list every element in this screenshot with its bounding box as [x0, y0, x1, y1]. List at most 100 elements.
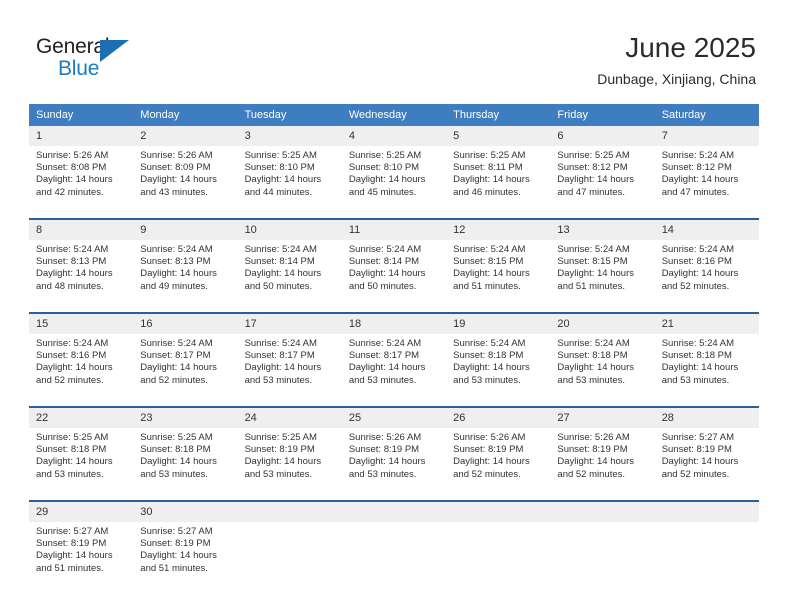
day-number: 27 — [550, 408, 655, 428]
calendar-week-row: 8 Sunrise: 5:24 AM Sunset: 8:13 PM Dayli… — [29, 218, 759, 313]
daylight-text-line1: Daylight: 14 hours — [140, 362, 217, 374]
day-cell-empty — [237, 500, 342, 594]
sunset-text: Sunset: 8:19 PM — [453, 444, 524, 456]
daylight-text-line2: and 50 minutes. — [348, 280, 417, 292]
sunrise-text: Sunrise: 5:27 AM — [661, 432, 735, 443]
day-cell[interactable]: 17 Sunrise: 5:24 AM Sunset: 8:17 PM Dayl… — [237, 312, 342, 407]
sunset-text: Sunset: 8:09 PM — [140, 162, 211, 174]
day-cell-empty — [446, 500, 551, 594]
day-cell[interactable]: 12 Sunrise: 5:24 AM Sunset: 8:15 PM Dayl… — [446, 218, 551, 313]
sunrise-text: Sunrise: 5:25 AM — [244, 150, 317, 161]
day-cell[interactable]: 18 Sunrise: 5:24 AM Sunset: 8:17 PM Dayl… — [341, 312, 447, 407]
day-cell[interactable]: 4 Sunrise: 5:25 AM Sunset: 8:10 PM Dayli… — [341, 126, 447, 219]
day-number: 23 — [133, 408, 238, 428]
day-number: 17 — [237, 314, 342, 334]
day-cell[interactable]: 25 Sunrise: 5:26 AM Sunset: 8:19 PM Dayl… — [341, 406, 447, 501]
brand-logo[interactable]: General Blue — [36, 34, 156, 86]
day-cell[interactable]: 13 Sunrise: 5:24 AM Sunset: 8:15 PM Dayl… — [550, 218, 655, 313]
daylight-text-line2: and 53 minutes. — [453, 374, 521, 386]
daylight-text-line2: and 52 minutes. — [36, 374, 104, 386]
day-number: 9 — [133, 220, 238, 240]
weekday-header-saturday: Saturday — [654, 104, 759, 126]
daylight-text-line1: Daylight: 14 hours — [453, 362, 530, 374]
day-cell[interactable]: 6 Sunrise: 5:25 AM Sunset: 8:12 PM Dayli… — [550, 126, 655, 219]
day-cell[interactable]: 9 Sunrise: 5:24 AM Sunset: 8:13 PM Dayli… — [133, 218, 238, 313]
daylight-text-line2: and 53 minutes. — [244, 468, 313, 480]
weekday-header-friday: Friday — [550, 104, 655, 126]
day-details: Sunrise: 5:24 AM Sunset: 8:16 PM Dayligh… — [655, 240, 759, 312]
day-cell[interactable]: 5 Sunrise: 5:25 AM Sunset: 8:11 PM Dayli… — [446, 126, 551, 219]
daylight-text-line1: Daylight: 14 hours — [453, 174, 530, 186]
day-cell[interactable]: 8 Sunrise: 5:24 AM Sunset: 8:13 PM Dayli… — [29, 218, 134, 313]
day-number: 30 — [133, 502, 238, 522]
daylight-text-line1: Daylight: 14 hours — [661, 174, 739, 186]
day-cell[interactable]: 10 Sunrise: 5:24 AM Sunset: 8:14 PM Dayl… — [237, 218, 342, 313]
day-cell-empty — [550, 500, 655, 594]
sunrise-text: Sunrise: 5:24 AM — [36, 338, 109, 349]
day-cell[interactable]: 30 Sunrise: 5:27 AM Sunset: 8:19 PM Dayl… — [133, 500, 238, 594]
brand-name-blue: Blue — [58, 57, 100, 80]
day-cell[interactable]: 29 Sunrise: 5:27 AM Sunset: 8:19 PM Dayl… — [29, 500, 134, 594]
sunset-text: Sunset: 8:19 PM — [36, 538, 107, 550]
sunrise-text: Sunrise: 5:27 AM — [140, 526, 213, 537]
sunset-text: Sunset: 8:18 PM — [661, 350, 732, 362]
sunset-text: Sunset: 8:14 PM — [348, 256, 420, 268]
day-details: Sunrise: 5:27 AM Sunset: 8:19 PM Dayligh… — [133, 522, 237, 594]
daylight-text-line1: Daylight: 14 hours — [661, 456, 739, 468]
day-details: Sunrise: 5:27 AM Sunset: 8:19 PM Dayligh… — [655, 428, 759, 500]
day-cell[interactable]: 2 Sunrise: 5:26 AM Sunset: 8:09 PM Dayli… — [133, 126, 238, 219]
day-cell[interactable]: 19 Sunrise: 5:24 AM Sunset: 8:18 PM Dayl… — [446, 312, 551, 407]
day-cell[interactable]: 27 Sunrise: 5:26 AM Sunset: 8:19 PM Dayl… — [550, 406, 655, 501]
day-details: Sunrise: 5:24 AM Sunset: 8:15 PM Dayligh… — [446, 240, 550, 312]
daylight-text-line1: Daylight: 14 hours — [244, 456, 322, 468]
day-cell[interactable]: 7 Sunrise: 5:24 AM Sunset: 8:12 PM Dayli… — [654, 126, 759, 219]
day-cell[interactable]: 24 Sunrise: 5:25 AM Sunset: 8:19 PM Dayl… — [237, 406, 342, 501]
day-cell[interactable]: 11 Sunrise: 5:24 AM Sunset: 8:14 PM Dayl… — [341, 218, 447, 313]
day-number: 2 — [133, 126, 238, 146]
daylight-text-line2: and 53 minutes. — [36, 468, 104, 480]
day-number — [550, 502, 655, 522]
day-cell[interactable]: 14 Sunrise: 5:24 AM Sunset: 8:16 PM Dayl… — [654, 218, 759, 313]
day-cell[interactable]: 21 Sunrise: 5:24 AM Sunset: 8:18 PM Dayl… — [654, 312, 759, 407]
day-cell[interactable]: 22 Sunrise: 5:25 AM Sunset: 8:18 PM Dayl… — [29, 406, 134, 501]
day-details: Sunrise: 5:25 AM Sunset: 8:12 PM Dayligh… — [550, 146, 654, 218]
day-cell[interactable]: 15 Sunrise: 5:24 AM Sunset: 8:16 PM Dayl… — [29, 312, 134, 407]
sunrise-text: Sunrise: 5:24 AM — [661, 338, 735, 349]
day-details: Sunrise: 5:24 AM Sunset: 8:13 PM Dayligh… — [133, 240, 237, 312]
sunset-text: Sunset: 8:08 PM — [36, 162, 107, 174]
day-cell[interactable]: 28 Sunrise: 5:27 AM Sunset: 8:19 PM Dayl… — [654, 406, 759, 501]
sunset-text: Sunset: 8:18 PM — [453, 350, 524, 362]
day-cell[interactable]: 3 Sunrise: 5:25 AM Sunset: 8:10 PM Dayli… — [237, 126, 342, 219]
daylight-text-line1: Daylight: 14 hours — [453, 456, 530, 468]
day-details: Sunrise: 5:24 AM Sunset: 8:13 PM Dayligh… — [29, 240, 133, 312]
day-cell[interactable]: 16 Sunrise: 5:24 AM Sunset: 8:17 PM Dayl… — [133, 312, 238, 407]
daylight-text-line1: Daylight: 14 hours — [140, 550, 217, 562]
day-details: Sunrise: 5:24 AM Sunset: 8:14 PM Dayligh… — [238, 240, 342, 312]
sunset-text: Sunset: 8:16 PM — [36, 350, 107, 362]
sunset-text: Sunset: 8:17 PM — [348, 350, 420, 362]
daylight-text-line2: and 53 minutes. — [244, 374, 313, 386]
day-cell[interactable]: 23 Sunrise: 5:25 AM Sunset: 8:18 PM Dayl… — [133, 406, 238, 501]
daylight-text-line2: and 49 minutes. — [140, 280, 208, 292]
day-details: Sunrise: 5:25 AM Sunset: 8:10 PM Dayligh… — [342, 146, 446, 218]
day-number: 26 — [446, 408, 551, 428]
daylight-text-line2: and 53 minutes. — [661, 374, 730, 386]
location-subtitle: Dunbage, Xinjiang, China — [597, 71, 756, 87]
daylight-text-line2: and 48 minutes. — [36, 280, 104, 292]
sunrise-text: Sunrise: 5:26 AM — [140, 150, 213, 161]
sunset-text: Sunset: 8:12 PM — [557, 162, 628, 174]
day-cell[interactable]: 20 Sunrise: 5:24 AM Sunset: 8:18 PM Dayl… — [550, 312, 655, 407]
sunset-text: Sunset: 8:12 PM — [661, 162, 732, 174]
sunrise-text: Sunrise: 5:26 AM — [348, 432, 422, 443]
day-number: 21 — [654, 314, 759, 334]
sunrise-text: Sunrise: 5:25 AM — [453, 150, 526, 161]
day-cell[interactable]: 1 Sunrise: 5:26 AM Sunset: 8:08 PM Dayli… — [29, 126, 134, 219]
sunset-text: Sunset: 8:19 PM — [661, 444, 732, 456]
day-cell[interactable]: 26 Sunrise: 5:26 AM Sunset: 8:19 PM Dayl… — [446, 406, 551, 501]
calendar-page: General Blue June 2025 Dunbage, Xinjiang… — [0, 0, 792, 612]
day-details: Sunrise: 5:24 AM Sunset: 8:18 PM Dayligh… — [550, 334, 654, 406]
sunset-text: Sunset: 8:18 PM — [140, 444, 211, 456]
day-details: Sunrise: 5:25 AM Sunset: 8:11 PM Dayligh… — [446, 146, 550, 218]
sunrise-sunset-calendar: Sunday Monday Tuesday Wednesday Thursday… — [29, 104, 759, 594]
sunset-text: Sunset: 8:10 PM — [244, 162, 315, 174]
